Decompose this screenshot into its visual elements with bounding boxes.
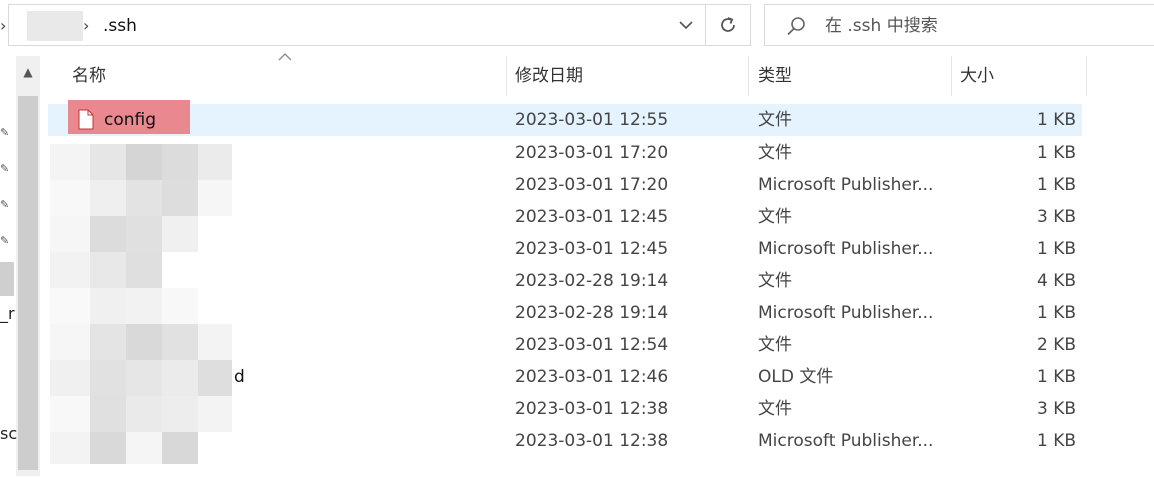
scroll-up-icon[interactable]: ▲: [16, 62, 40, 82]
navigation-pane: ▲ ✎ ✎ ✎ ✎ _r sc: [0, 52, 48, 477]
file-size: 1 KB: [1036, 110, 1076, 130]
file-modified: 2023-03-01 12:38: [515, 399, 669, 419]
file-modified: 2023-03-01 17:20: [515, 175, 669, 195]
column-header-size[interactable]: 大小: [950, 52, 1086, 100]
file-name[interactable]: config: [104, 104, 156, 136]
file-modified: 2023-03-01 12:54: [515, 335, 669, 355]
chevron-right-icon[interactable]: ›: [83, 13, 89, 39]
pin-icon[interactable]: ✎: [0, 162, 12, 176]
navigation-scrollbar[interactable]: ▲: [16, 56, 40, 476]
nav-item-label[interactable]: _r: [0, 304, 15, 324]
file-size: 1 KB: [1036, 143, 1076, 163]
file-type: OLD 文件: [758, 367, 834, 387]
file-modified: 2023-02-28 19:14: [515, 303, 669, 323]
pin-icon[interactable]: ✎: [0, 126, 12, 140]
file-type: Microsoft Publisher...: [758, 175, 934, 195]
file-size: 3 KB: [1036, 399, 1076, 419]
column-header-modified[interactable]: 修改日期: [505, 52, 748, 100]
pin-icon[interactable]: ✎: [0, 234, 12, 248]
chevron-down-icon[interactable]: [671, 13, 701, 39]
search-icon: [787, 17, 805, 36]
refresh-button[interactable]: [705, 4, 751, 46]
file-type: Microsoft Publisher...: [758, 239, 934, 259]
file-size: 1 KB: [1036, 175, 1076, 195]
file-size: 3 KB: [1036, 207, 1076, 227]
file-size: 4 KB: [1036, 271, 1076, 291]
file-type: 文件: [758, 335, 792, 355]
search-box[interactable]: 在 .ssh 中搜索: [764, 4, 1154, 46]
sort-ascending-icon: [278, 52, 292, 64]
file-type: 文件: [758, 143, 792, 163]
scrollbar-thumb[interactable]: [18, 96, 38, 470]
file-type: Microsoft Publisher...: [758, 431, 934, 451]
nav-item-selected[interactable]: [0, 262, 14, 296]
file-modified: 2023-03-01 12:55: [515, 110, 669, 130]
pin-icon[interactable]: ✎: [0, 198, 12, 212]
file-modified: 2023-03-01 12:45: [515, 239, 669, 259]
file-row[interactable]: config 2023-03-01 12:55 文件 1 KB: [48, 100, 1082, 136]
file-type: Microsoft Publisher...: [758, 303, 934, 323]
redacted-file-names: [50, 144, 240, 464]
file-size: 1 KB: [1036, 431, 1076, 451]
file-type: 文件: [758, 207, 792, 227]
file-size: 1 KB: [1036, 303, 1076, 323]
column-header-type[interactable]: 类型: [748, 52, 951, 100]
file-modified: 2023-03-01 12:46: [515, 367, 669, 387]
nav-item-label[interactable]: sc: [0, 424, 17, 444]
file-explorer-window: › › .ssh 在 .ssh 中搜索 ▲ ✎ ✎ ✎ ✎ _r sc 名称 修…: [0, 0, 1154, 477]
file-modified: 2023-03-01 12:45: [515, 207, 669, 227]
breadcrumb-current-folder[interactable]: .ssh: [103, 13, 137, 39]
file-icon: [78, 109, 94, 130]
file-modified: 2023-03-01 12:38: [515, 431, 669, 451]
file-type: 文件: [758, 399, 792, 419]
refresh-icon: [721, 17, 735, 32]
search-placeholder: 在 .ssh 中搜索: [825, 16, 938, 36]
file-type: 文件: [758, 271, 792, 291]
breadcrumb-redacted[interactable]: [27, 11, 83, 41]
address-bar[interactable]: › .ssh: [8, 4, 705, 46]
address-toolbar: › › .ssh 在 .ssh 中搜索: [0, 0, 1154, 52]
file-size: 1 KB: [1036, 239, 1076, 259]
file-type: 文件: [758, 110, 792, 130]
file-size: 1 KB: [1036, 367, 1076, 387]
file-modified: 2023-03-01 17:20: [515, 143, 669, 163]
column-divider[interactable]: [1086, 56, 1087, 96]
file-size: 2 KB: [1036, 335, 1076, 355]
file-modified: 2023-02-28 19:14: [515, 271, 669, 291]
